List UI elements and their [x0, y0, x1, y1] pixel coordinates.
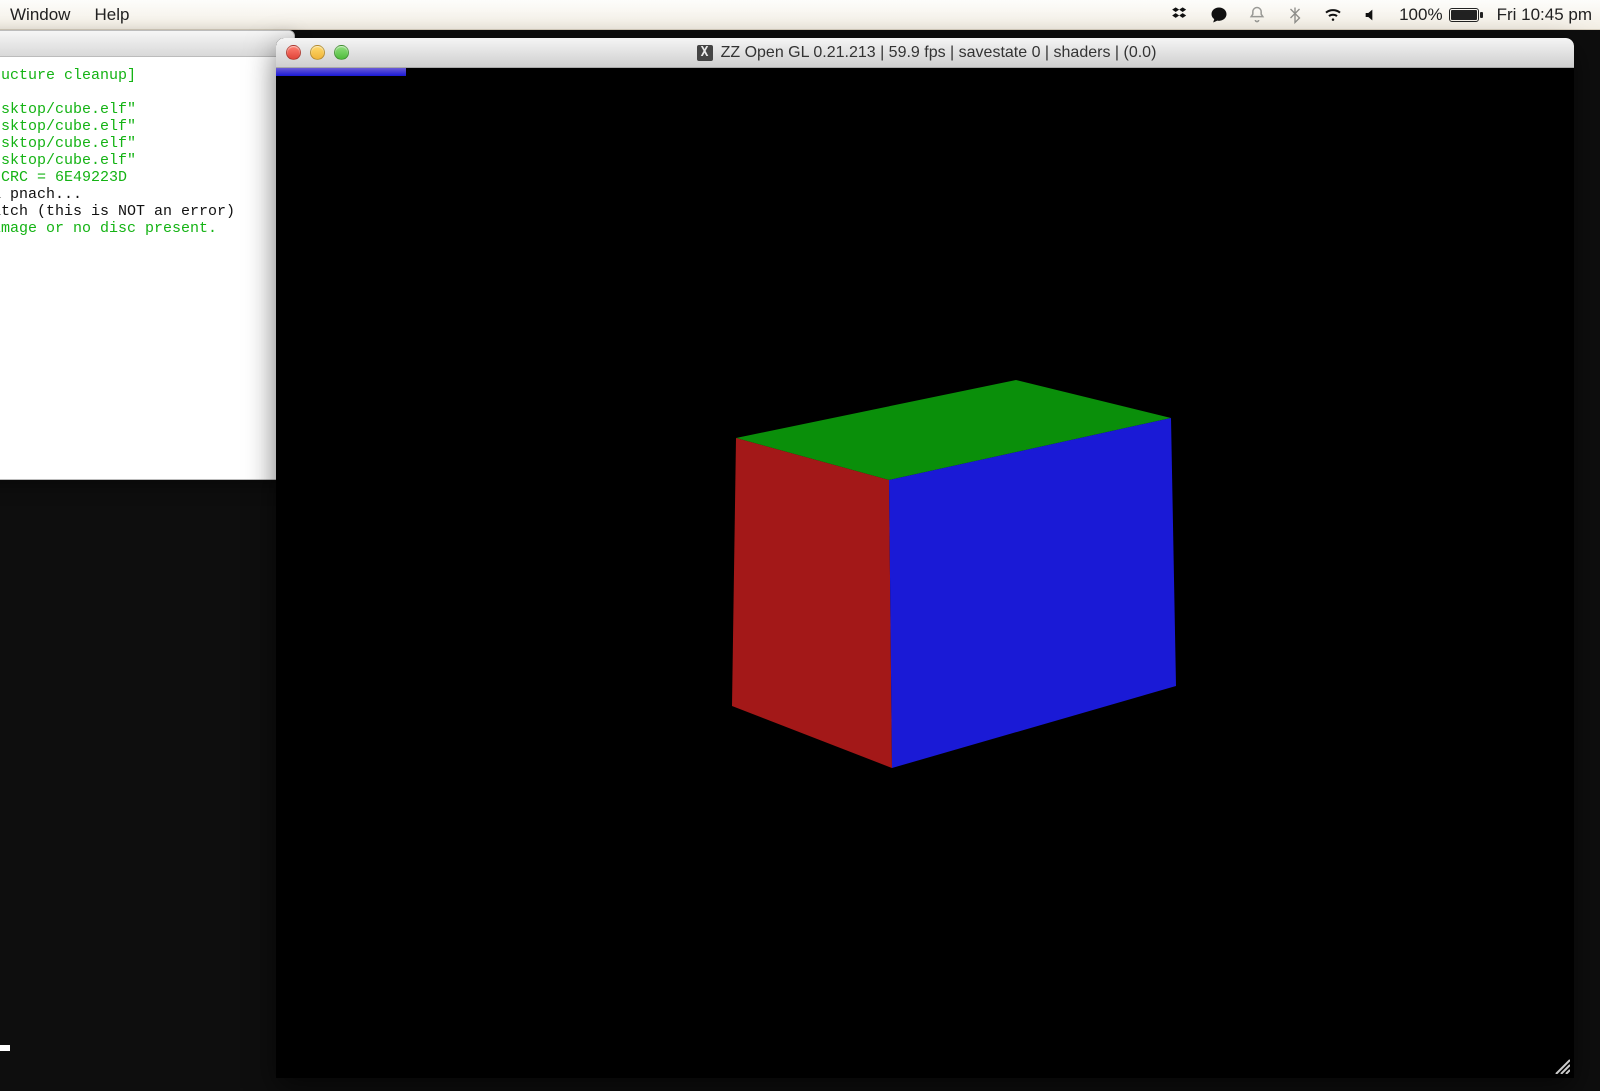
terminal-output: em/structure cleanup].elfert/Desktop/cub…: [0, 57, 294, 243]
terminal-line: em/structure cleanup]: [0, 67, 288, 84]
chat-bubble-icon[interactable]: [1209, 5, 1229, 25]
terminal-line: t a patch (this is NOT an error): [0, 203, 288, 220]
menubar-clock[interactable]: Fri 10:45 pm: [1497, 5, 1592, 25]
minimize-button[interactable]: [310, 45, 325, 60]
opengl-window[interactable]: X ZZ Open GL 0.21.213 | 59.9 fps | saves…: [276, 38, 1574, 1078]
volume-icon[interactable]: [1361, 5, 1381, 25]
terminal-line: load a pnach...: [0, 186, 288, 203]
terminal-window[interactable]: ash em/structure cleanup].elfert/Desktop…: [0, 30, 295, 480]
edge-artifact: [0, 1045, 10, 1051]
notification-bell-icon[interactable]: [1247, 5, 1267, 25]
resize-grip-icon[interactable]: [1552, 1056, 1570, 1074]
x11-icon: X: [697, 45, 713, 61]
viewport: Window Help 100%: [0, 0, 1600, 1091]
terminal-line: ert/Desktop/cube.elf": [0, 101, 288, 118]
opengl-canvas: [276, 68, 1574, 1078]
menubar-status-area: 100% Fri 10:45 pm: [1171, 5, 1592, 25]
opengl-window-title: X ZZ Open GL 0.21.213 | 59.9 fps | saves…: [359, 45, 1494, 61]
terminal-line: d cd image or no disc present.: [0, 220, 288, 237]
menu-window[interactable]: Window: [10, 5, 70, 25]
zoom-button[interactable]: [334, 45, 349, 60]
terminal-line: ert/Desktop/cube.elf": [0, 118, 288, 135]
battery-status[interactable]: 100%: [1399, 5, 1478, 25]
terminal-line: .elf; CRC = 6E49223D: [0, 169, 288, 186]
terminal-line: .elf: [0, 84, 288, 101]
terminal-line: ert/Desktop/cube.elf": [0, 152, 288, 169]
menu-help[interactable]: Help: [94, 5, 129, 25]
rendered-cube: [276, 68, 1574, 1078]
terminal-tab[interactable]: ash: [0, 31, 294, 57]
battery-icon: [1449, 8, 1479, 22]
close-button[interactable]: [286, 45, 301, 60]
wifi-icon[interactable]: [1323, 5, 1343, 25]
battery-percent-label: 100%: [1399, 5, 1442, 25]
opengl-titlebar[interactable]: X ZZ Open GL 0.21.213 | 59.9 fps | saves…: [276, 38, 1574, 68]
menubar-app-menu: Window Help: [8, 5, 129, 25]
terminal-line: ert/Desktop/cube.elf": [0, 135, 288, 152]
dropbox-icon[interactable]: [1171, 5, 1191, 25]
opengl-title-text: ZZ Open GL 0.21.213 | 59.9 fps | savesta…: [721, 45, 1157, 61]
bluetooth-icon[interactable]: [1285, 5, 1305, 25]
window-traffic-lights: [286, 45, 349, 60]
macos-menubar: Window Help 100%: [0, 0, 1600, 30]
